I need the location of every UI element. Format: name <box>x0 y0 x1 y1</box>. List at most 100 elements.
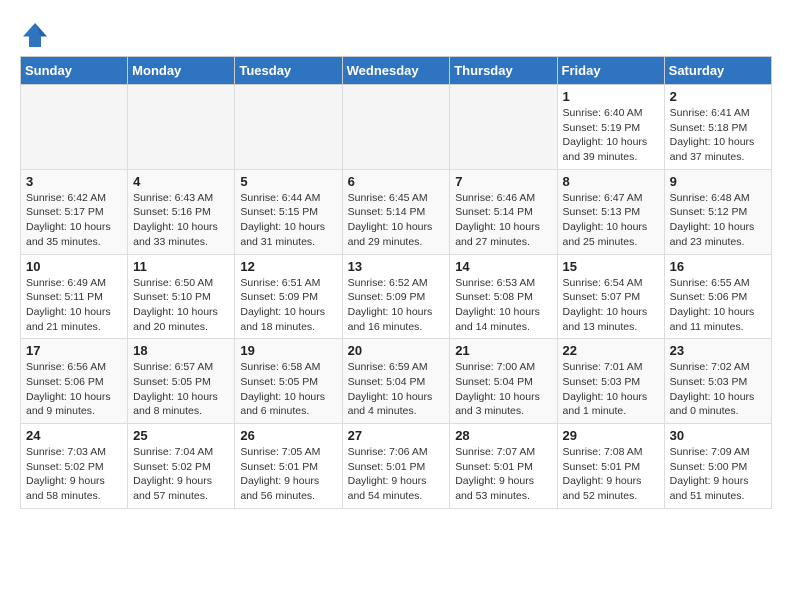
day-number: 8 <box>563 174 659 189</box>
calendar-cell: 15 Sunrise: 6:54 AM Sunset: 5:07 PM Dayli… <box>557 254 664 339</box>
day-info: Sunrise: 6:54 AM Sunset: 5:07 PM Dayligh… <box>563 276 659 335</box>
day-number: 16 <box>670 259 766 274</box>
day-number: 13 <box>348 259 445 274</box>
calendar-cell: 7Sunrise: 6:46 AM Sunset: 5:14 PM Daylig… <box>450 169 557 254</box>
day-number: 7 <box>455 174 551 189</box>
calendar-header-tuesday: Tuesday <box>235 57 342 85</box>
calendar-cell <box>235 85 342 170</box>
day-number: 15 <box>563 259 659 274</box>
day-info: Sunrise: 7:05 AM Sunset: 5:01 PM Dayligh… <box>240 445 336 504</box>
day-number: 29 <box>563 428 659 443</box>
calendar-cell: 6Sunrise: 6:45 AM Sunset: 5:14 PM Daylig… <box>342 169 450 254</box>
calendar-header-thursday: Thursday <box>450 57 557 85</box>
calendar-cell <box>128 85 235 170</box>
calendar-cell: 29 Sunrise: 7:08 AM Sunset: 5:01 PM Dayli… <box>557 424 664 509</box>
calendar-cell: 1 Sunrise: 6:40 AM Sunset: 5:19 PM Daylig… <box>557 85 664 170</box>
day-number: 23 <box>670 343 766 358</box>
day-number: 14 <box>455 259 551 274</box>
calendar-cell: 14 Sunrise: 6:53 AM Sunset: 5:08 PM Dayli… <box>450 254 557 339</box>
calendar-cell: 30 Sunrise: 7:09 AM Sunset: 5:00 PM Dayli… <box>664 424 771 509</box>
calendar-cell: 3Sunrise: 6:42 AM Sunset: 5:17 PM Daylig… <box>21 169 128 254</box>
logo <box>20 20 54 50</box>
day-number: 20 <box>348 343 445 358</box>
page-header <box>20 20 772 50</box>
calendar-cell: 2 Sunrise: 6:41 AM Sunset: 5:18 PM Daylig… <box>664 85 771 170</box>
calendar-cell <box>450 85 557 170</box>
day-number: 12 <box>240 259 336 274</box>
day-info: Sunrise: 7:04 AM Sunset: 5:02 PM Dayligh… <box>133 445 229 504</box>
day-number: 27 <box>348 428 445 443</box>
calendar-week-row: 24 Sunrise: 7:03 AM Sunset: 5:02 PM Dayli… <box>21 424 772 509</box>
day-number: 5 <box>240 174 336 189</box>
calendar-cell: 10 Sunrise: 6:49 AM Sunset: 5:11 PM Dayli… <box>21 254 128 339</box>
day-number: 19 <box>240 343 336 358</box>
calendar-cell: 20 Sunrise: 6:59 AM Sunset: 5:04 PM Dayli… <box>342 339 450 424</box>
day-info: Sunrise: 6:57 AM Sunset: 5:05 PM Dayligh… <box>133 360 229 419</box>
calendar-header-monday: Monday <box>128 57 235 85</box>
day-info: Sunrise: 6:58 AM Sunset: 5:05 PM Dayligh… <box>240 360 336 419</box>
calendar-cell: 13 Sunrise: 6:52 AM Sunset: 5:09 PM Dayli… <box>342 254 450 339</box>
calendar-cell: 8Sunrise: 6:47 AM Sunset: 5:13 PM Daylig… <box>557 169 664 254</box>
calendar-cell: 4 Sunrise: 6:43 AM Sunset: 5:16 PM Daylig… <box>128 169 235 254</box>
day-number: 1 <box>563 89 659 104</box>
day-info: Sunrise: 6:50 AM Sunset: 5:10 PM Dayligh… <box>133 276 229 335</box>
day-number: 25 <box>133 428 229 443</box>
calendar-header-friday: Friday <box>557 57 664 85</box>
day-info: Sunrise: 7:06 AM Sunset: 5:01 PM Dayligh… <box>348 445 445 504</box>
calendar-week-row: 10 Sunrise: 6:49 AM Sunset: 5:11 PM Dayli… <box>21 254 772 339</box>
calendar-cell: 9 Sunrise: 6:48 AM Sunset: 5:12 PM Daylig… <box>664 169 771 254</box>
day-number: 18 <box>133 343 229 358</box>
calendar-week-row: 17 Sunrise: 6:56 AM Sunset: 5:06 PM Dayli… <box>21 339 772 424</box>
day-info: Sunrise: 6:55 AM Sunset: 5:06 PM Dayligh… <box>670 276 766 335</box>
day-info: Sunrise: 6:44 AM Sunset: 5:15 PM Dayligh… <box>240 191 336 250</box>
day-info: Sunrise: 6:59 AM Sunset: 5:04 PM Dayligh… <box>348 360 445 419</box>
calendar-table: SundayMondayTuesdayWednesdayThursdayFrid… <box>20 56 772 509</box>
calendar-cell: 22 Sunrise: 7:01 AM Sunset: 5:03 PM Dayli… <box>557 339 664 424</box>
day-number: 10 <box>26 259 122 274</box>
calendar-header-wednesday: Wednesday <box>342 57 450 85</box>
logo-icon <box>20 20 50 50</box>
day-number: 22 <box>563 343 659 358</box>
day-info: Sunrise: 7:01 AM Sunset: 5:03 PM Dayligh… <box>563 360 659 419</box>
day-number: 30 <box>670 428 766 443</box>
day-info: Sunrise: 6:51 AM Sunset: 5:09 PM Dayligh… <box>240 276 336 335</box>
calendar-cell: 25 Sunrise: 7:04 AM Sunset: 5:02 PM Dayli… <box>128 424 235 509</box>
day-info: Sunrise: 6:52 AM Sunset: 5:09 PM Dayligh… <box>348 276 445 335</box>
day-info: Sunrise: 7:07 AM Sunset: 5:01 PM Dayligh… <box>455 445 551 504</box>
day-number: 9 <box>670 174 766 189</box>
day-number: 4 <box>133 174 229 189</box>
day-info: Sunrise: 6:48 AM Sunset: 5:12 PM Dayligh… <box>670 191 766 250</box>
calendar-week-row: 3Sunrise: 6:42 AM Sunset: 5:17 PM Daylig… <box>21 169 772 254</box>
day-info: Sunrise: 6:56 AM Sunset: 5:06 PM Dayligh… <box>26 360 122 419</box>
day-info: Sunrise: 6:45 AM Sunset: 5:14 PM Dayligh… <box>348 191 445 250</box>
calendar-cell: 26 Sunrise: 7:05 AM Sunset: 5:01 PM Dayli… <box>235 424 342 509</box>
day-info: Sunrise: 6:49 AM Sunset: 5:11 PM Dayligh… <box>26 276 122 335</box>
day-number: 3 <box>26 174 122 189</box>
calendar-header-saturday: Saturday <box>664 57 771 85</box>
calendar-cell: 28 Sunrise: 7:07 AM Sunset: 5:01 PM Dayli… <box>450 424 557 509</box>
calendar-cell: 5 Sunrise: 6:44 AM Sunset: 5:15 PM Daylig… <box>235 169 342 254</box>
day-info: Sunrise: 6:43 AM Sunset: 5:16 PM Dayligh… <box>133 191 229 250</box>
day-info: Sunrise: 7:08 AM Sunset: 5:01 PM Dayligh… <box>563 445 659 504</box>
calendar-cell: 19 Sunrise: 6:58 AM Sunset: 5:05 PM Dayli… <box>235 339 342 424</box>
day-number: 11 <box>133 259 229 274</box>
day-info: Sunrise: 7:09 AM Sunset: 5:00 PM Dayligh… <box>670 445 766 504</box>
day-info: Sunrise: 6:41 AM Sunset: 5:18 PM Dayligh… <box>670 106 766 165</box>
day-info: Sunrise: 7:00 AM Sunset: 5:04 PM Dayligh… <box>455 360 551 419</box>
day-info: Sunrise: 6:53 AM Sunset: 5:08 PM Dayligh… <box>455 276 551 335</box>
calendar-header-row: SundayMondayTuesdayWednesdayThursdayFrid… <box>21 57 772 85</box>
calendar-cell: 18 Sunrise: 6:57 AM Sunset: 5:05 PM Dayli… <box>128 339 235 424</box>
day-number: 24 <box>26 428 122 443</box>
day-number: 26 <box>240 428 336 443</box>
calendar-week-row: 1 Sunrise: 6:40 AM Sunset: 5:19 PM Daylig… <box>21 85 772 170</box>
day-info: Sunrise: 7:03 AM Sunset: 5:02 PM Dayligh… <box>26 445 122 504</box>
calendar-cell: 21 Sunrise: 7:00 AM Sunset: 5:04 PM Dayli… <box>450 339 557 424</box>
day-number: 2 <box>670 89 766 104</box>
day-number: 21 <box>455 343 551 358</box>
calendar-cell: 12 Sunrise: 6:51 AM Sunset: 5:09 PM Dayli… <box>235 254 342 339</box>
day-number: 28 <box>455 428 551 443</box>
day-info: Sunrise: 6:40 AM Sunset: 5:19 PM Dayligh… <box>563 106 659 165</box>
day-number: 17 <box>26 343 122 358</box>
day-info: Sunrise: 7:02 AM Sunset: 5:03 PM Dayligh… <box>670 360 766 419</box>
calendar-cell: 24 Sunrise: 7:03 AM Sunset: 5:02 PM Dayli… <box>21 424 128 509</box>
